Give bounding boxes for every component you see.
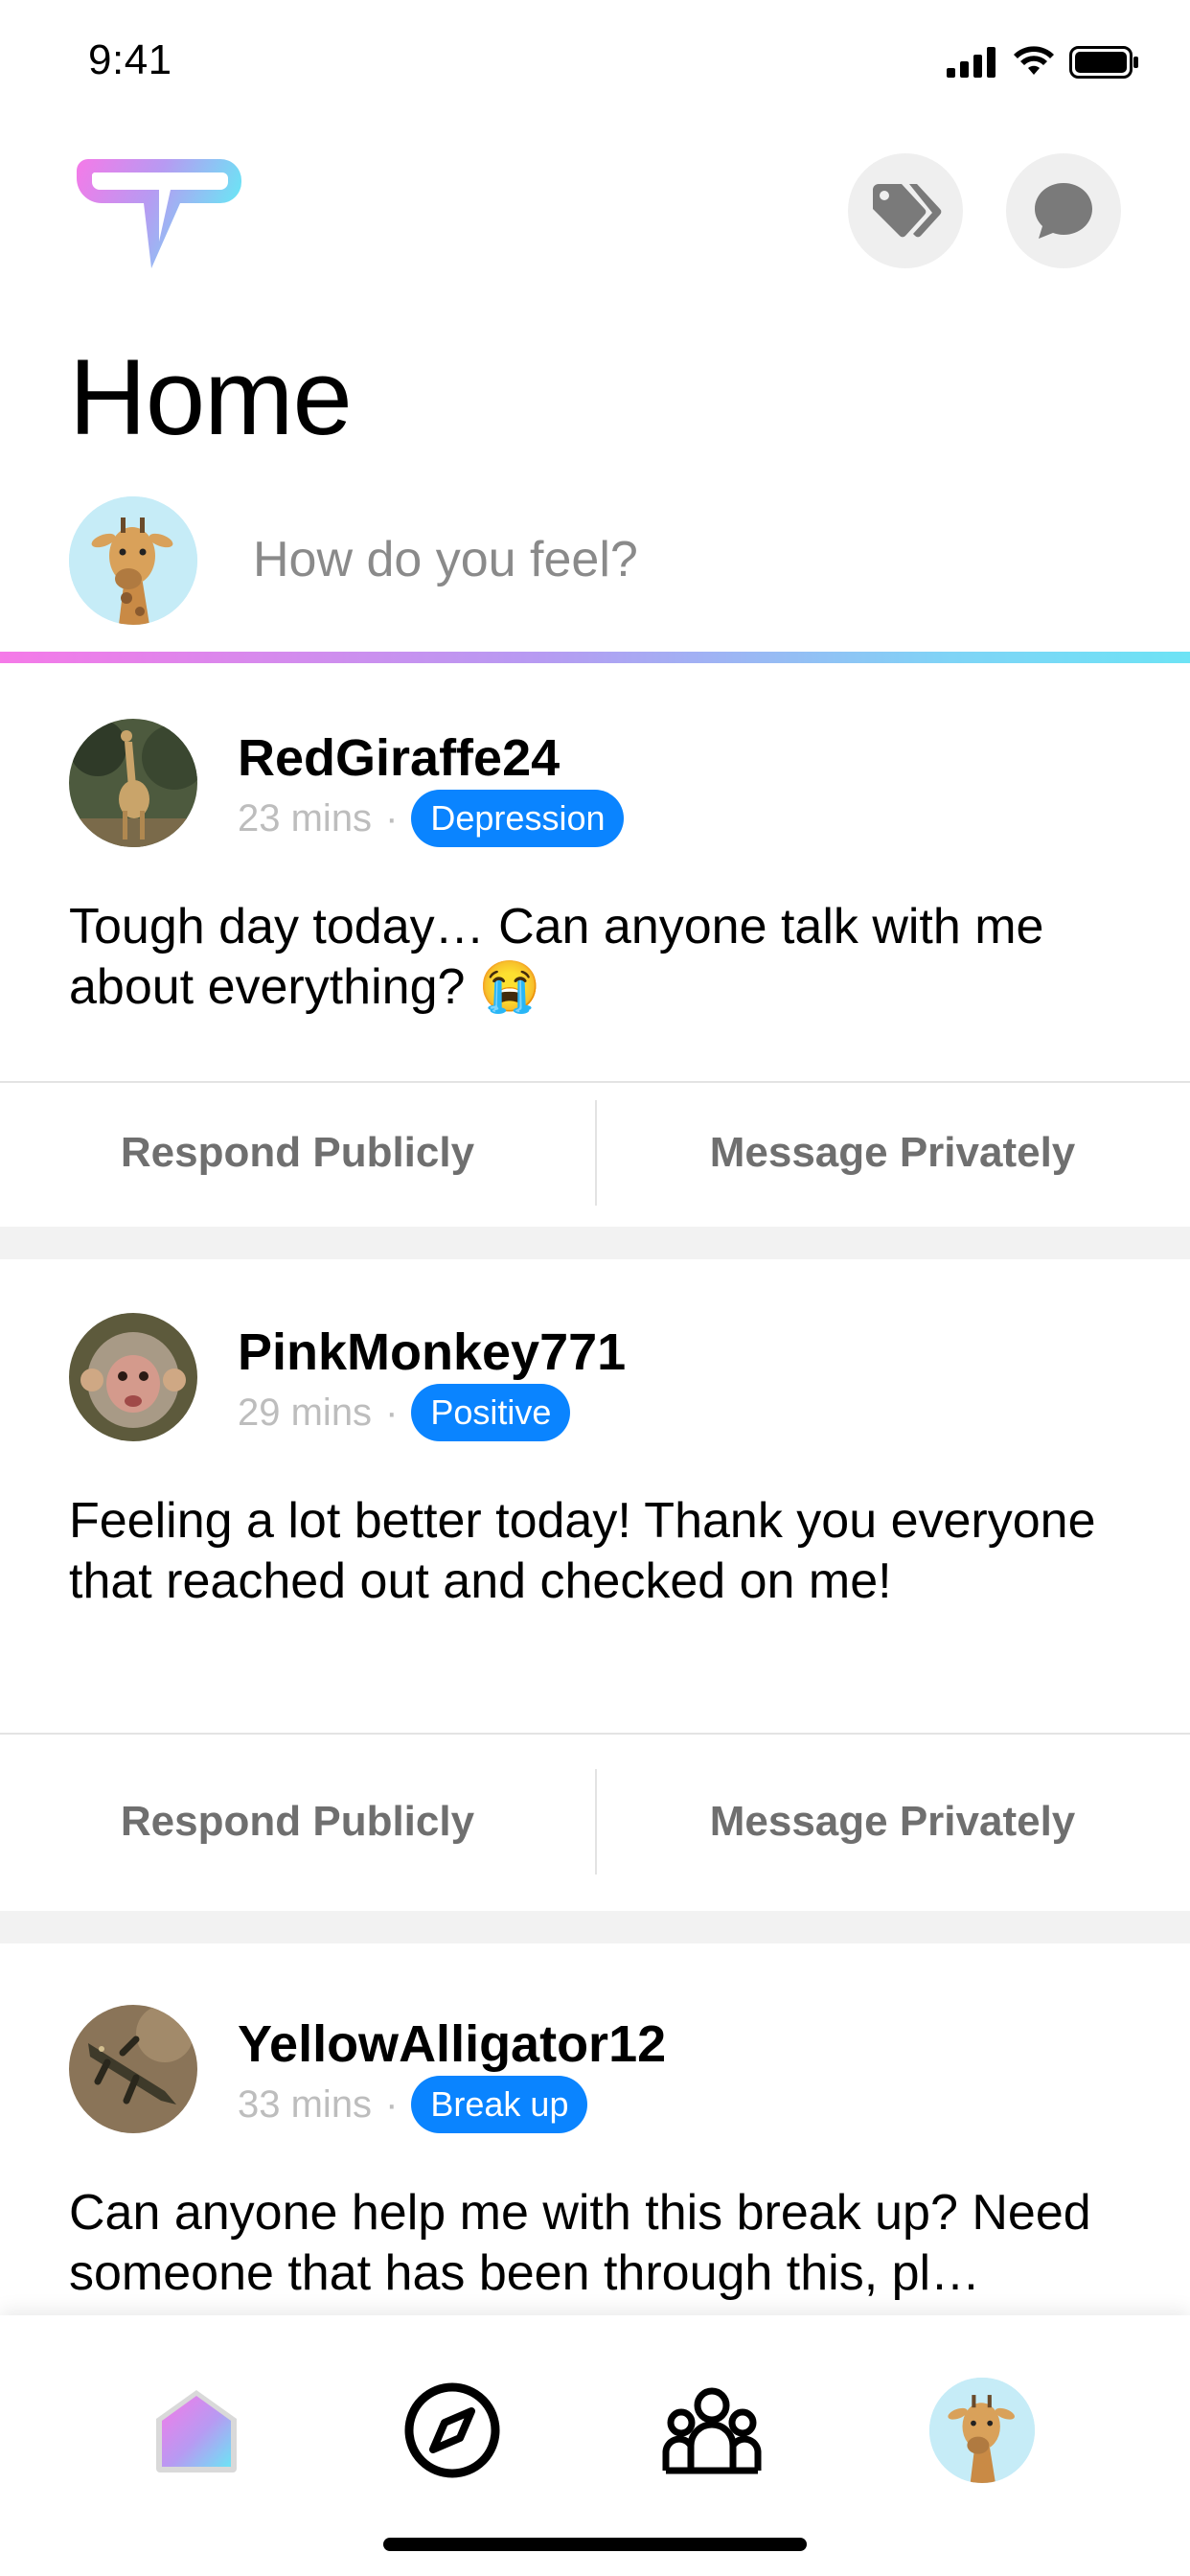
feeling-input[interactable] <box>253 531 1115 588</box>
people-icon <box>662 2387 762 2474</box>
cellular-signal-icon <box>947 47 995 78</box>
post-time: 29 mins <box>238 1391 373 1434</box>
message-privately-button[interactable]: Message Privately <box>595 1769 1190 1874</box>
chat-bubble-icon <box>1035 183 1092 239</box>
tags-icon <box>873 184 942 238</box>
post-gap <box>0 1227 1190 1259</box>
post-gap <box>0 1911 1190 1944</box>
post-composer <box>0 496 1190 625</box>
meta-separator: · <box>385 2082 399 2126</box>
top-bar <box>0 144 1190 278</box>
post-tag[interactable]: Break up <box>411 2076 588 2133</box>
post-username[interactable]: PinkMonkey771 <box>238 1322 626 1382</box>
post-text: Feeling a lot better today! Thank you ev… <box>69 1493 1096 1609</box>
post-meta: 23 mins · Depression <box>238 790 625 847</box>
tab-bar <box>0 2315 1190 2576</box>
post-avatar[interactable] <box>69 1313 197 1441</box>
profile-avatar <box>929 2378 1035 2483</box>
battery-icon <box>1069 46 1138 79</box>
meta-separator: · <box>385 1391 399 1434</box>
post-username[interactable]: RedGiraffe24 <box>238 728 560 788</box>
home-indicator <box>383 2538 807 2551</box>
post-actions: Respond Publicly Message Privately <box>0 1100 1190 1206</box>
user-avatar[interactable] <box>69 496 197 625</box>
giraffe-photo-avatar <box>69 719 197 847</box>
messages-button[interactable] <box>1006 153 1121 268</box>
post-text: Can anyone help me with this break up? N… <box>69 2185 1091 2301</box>
post-avatar[interactable] <box>69 719 197 847</box>
respond-publicly-button[interactable]: Respond Publicly <box>0 1769 595 1874</box>
message-privately-button[interactable]: Message Privately <box>595 1100 1190 1206</box>
meta-separator: · <box>385 796 399 840</box>
post-divider <box>0 1081 1190 1083</box>
post-card: YellowAlligator12 33 mins · Break up Can… <box>0 2005 1190 2315</box>
post-tag[interactable]: Depression <box>411 790 625 847</box>
tab-home[interactable] <box>139 2373 254 2488</box>
monkey-photo-avatar <box>69 1313 197 1441</box>
tags-button[interactable] <box>848 153 963 268</box>
post-text: Tough day today… Can anyone talk with me… <box>69 899 1044 1015</box>
tab-groups[interactable] <box>654 2373 769 2488</box>
post-username[interactable]: YellowAlligator12 <box>238 2014 666 2074</box>
respond-publicly-button[interactable]: Respond Publicly <box>0 1100 595 1206</box>
giraffe-avatar-image <box>69 496 197 625</box>
giraffe-avatar-image <box>929 2378 1035 2483</box>
tab-explore[interactable] <box>395 2373 510 2488</box>
post-meta: 33 mins · Break up <box>238 2076 588 2133</box>
post-tag[interactable]: Positive <box>411 1384 571 1441</box>
tab-profile[interactable] <box>925 2373 1040 2488</box>
wifi-icon <box>1014 46 1054 75</box>
home-icon <box>156 2390 237 2472</box>
post-time: 33 mins <box>238 2082 373 2126</box>
post-time: 23 mins <box>238 796 373 840</box>
app-logo <box>77 159 241 268</box>
post-actions: Respond Publicly Message Privately <box>0 1769 1190 1874</box>
status-bar: 9:41 <box>0 0 1190 126</box>
post-avatar[interactable] <box>69 2005 197 2133</box>
page-title: Home <box>69 337 353 457</box>
alligator-photo-avatar <box>69 2005 197 2133</box>
status-icons <box>947 46 1140 79</box>
post-divider <box>0 1733 1190 1735</box>
gradient-divider <box>0 652 1190 663</box>
post-card: PinkMonkey771 29 mins · Positive Feeling… <box>0 1313 1190 1911</box>
post-meta: 29 mins · Positive <box>238 1384 571 1441</box>
status-time: 9:41 <box>88 36 172 83</box>
compass-icon <box>404 2382 500 2478</box>
post-card: RedGiraffe24 23 mins · Depression Tough … <box>0 719 1190 1230</box>
